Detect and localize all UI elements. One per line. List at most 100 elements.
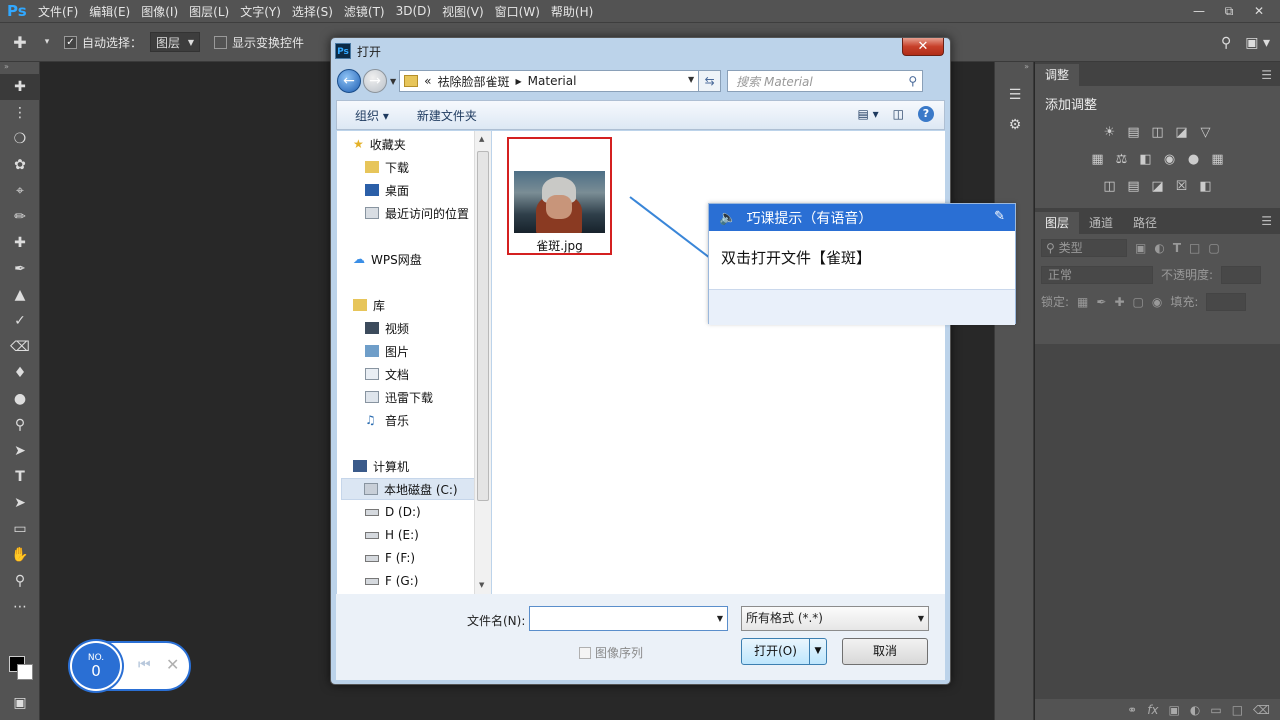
exposure-icon[interactable]: ◪ (1173, 124, 1191, 142)
file-format-select[interactable]: 所有格式 (*.*) ▼ (741, 606, 929, 631)
photo-filter-icon[interactable]: ◉ (1161, 151, 1179, 169)
nav-downloads[interactable]: 下载 (365, 156, 409, 178)
minimize-icon[interactable]: — (1184, 1, 1214, 21)
close-icon[interactable]: ✕ (1244, 1, 1274, 21)
history-panel-icon[interactable]: ☰ (995, 80, 1035, 110)
link-layers-icon[interactable]: ⚭ (1127, 703, 1137, 717)
properties-panel-icon[interactable]: ⚙ (995, 110, 1035, 140)
nav-drive-c[interactable]: 本地磁盘 (C:) (341, 478, 475, 500)
vibrance-icon[interactable]: ▽ (1197, 124, 1215, 142)
tab-adjustments[interactable]: 调整 (1035, 64, 1080, 86)
nav-computer[interactable]: 计算机 (353, 455, 409, 477)
workspace-icon[interactable]: ▣ ▾ (1245, 35, 1270, 51)
opacity-input[interactable] (1221, 265, 1262, 284)
blend-mode-dropdown[interactable]: 正常 (1041, 265, 1153, 284)
chevron-down-icon[interactable]: ▼ (717, 614, 723, 623)
tool-preset-chevron-icon[interactable]: ▾ (40, 37, 54, 47)
dock-collapse-icon[interactable]: » (995, 62, 1033, 74)
pen-tool-icon[interactable]: ➤ (0, 438, 40, 464)
search-icon[interactable]: ⚲ (908, 74, 917, 88)
scroll-up-icon[interactable]: ▲ (479, 135, 484, 143)
menu-view[interactable]: 视图(V) (442, 3, 484, 20)
forward-icon[interactable]: → (363, 69, 387, 93)
dialog-close-button[interactable]: ✕ (902, 38, 944, 56)
open-button-label[interactable]: 打开(O) (742, 639, 810, 664)
nav-music[interactable]: ♫ 音乐 (365, 409, 409, 431)
image-sequence-checkbox[interactable]: 图像序列 (579, 644, 643, 661)
color-lookup-icon[interactable]: ▦ (1209, 151, 1227, 169)
more-tools-icon[interactable]: ⋯ (0, 594, 40, 620)
background-color[interactable] (17, 664, 33, 680)
dodge-tool-icon[interactable]: ⚲ (0, 412, 40, 438)
brightness-icon[interactable]: ☀ (1101, 124, 1119, 142)
open-button[interactable]: 打开(O) ▼ (741, 638, 827, 665)
new-folder-button[interactable]: 新建文件夹 (417, 107, 477, 124)
history-brush-tool-icon[interactable]: ✓ (0, 308, 40, 334)
blur-tool-icon[interactable]: ● (0, 386, 40, 412)
address-bar[interactable]: « 祛除脸部雀斑 ▶ Material ▼ (399, 70, 700, 92)
search-icon[interactable]: ⚲ (1221, 35, 1231, 51)
refresh-icon[interactable]: ⇆ (699, 70, 722, 92)
invert-icon[interactable]: ◫ (1101, 178, 1119, 196)
filter-shape-icon[interactable]: □ (1189, 241, 1200, 255)
panel-menu-icon[interactable]: ☰ (1261, 214, 1272, 228)
help-icon[interactable]: ? (918, 106, 934, 122)
quick-select-tool-icon[interactable]: ✿ (0, 152, 40, 178)
nav-library[interactable]: 库 (353, 294, 385, 316)
clone-stamp-tool-icon[interactable]: ▲ (0, 282, 40, 308)
posterize-icon[interactable]: ▤ (1125, 178, 1143, 196)
history-dropdown-icon[interactable]: ▼ (390, 77, 396, 86)
eraser-tool-icon[interactable]: ⌫ (0, 334, 40, 360)
menu-filter[interactable]: 滤镜(T) (344, 3, 385, 20)
nav-wps[interactable]: ☁ WPS网盘 (353, 248, 422, 270)
menu-type[interactable]: 文字(Y) (240, 3, 281, 20)
nav-desktop[interactable]: 桌面 (365, 179, 409, 201)
nav-videos[interactable]: 视频 (365, 317, 409, 339)
trash-icon[interactable]: ⌫ (1253, 703, 1270, 717)
lock-all-icon[interactable]: ◉ (1152, 295, 1162, 309)
healing-brush-tool-icon[interactable]: ✚ (0, 230, 40, 256)
color-swatches[interactable] (4, 638, 36, 686)
layers-list[interactable] (1035, 344, 1280, 699)
speaker-icon[interactable]: 🔈 (719, 210, 736, 226)
view-mode-icon[interactable]: ▤ ▾ (857, 107, 878, 121)
menu-image[interactable]: 图像(I) (141, 3, 178, 20)
menu-layer[interactable]: 图层(L) (189, 3, 229, 20)
rectangle-tool-icon[interactable]: ▭ (0, 516, 40, 542)
hand-tool-icon[interactable]: ✋ (0, 542, 40, 568)
back-icon[interactable]: ← (337, 69, 361, 93)
filter-type-icon[interactable]: T (1173, 241, 1181, 255)
search-input[interactable]: 搜索 Material ⚲ (727, 70, 924, 92)
new-adjustment-icon[interactable]: ◐ (1190, 703, 1200, 717)
threshold-icon[interactable]: ◪ (1149, 178, 1167, 196)
chevron-down-icon[interactable]: ▼ (688, 75, 694, 84)
lock-image-icon[interactable]: ✒ (1096, 295, 1106, 309)
add-mask-icon[interactable]: ▣ (1169, 703, 1180, 717)
lock-position-icon[interactable]: ✚ (1114, 295, 1124, 309)
filename-input[interactable]: ▼ (529, 606, 728, 631)
eyedropper-tool-icon[interactable]: ✏ (0, 204, 40, 230)
brush-tool-icon[interactable]: ✒ (0, 256, 40, 282)
nav-drive-e[interactable]: H (E:) (365, 524, 419, 546)
pencil-icon[interactable]: ✎ (994, 209, 1005, 224)
scroll-down-icon[interactable]: ▼ (479, 581, 484, 589)
tab-layers[interactable]: 图层 (1035, 212, 1080, 234)
black-white-icon[interactable]: ◧ (1137, 151, 1155, 169)
panel-menu-icon[interactable]: ☰ (1261, 68, 1272, 82)
lock-transparent-icon[interactable]: ▦ (1077, 295, 1088, 309)
quick-mask-icon[interactable]: ▣ (0, 690, 40, 716)
new-layer-icon[interactable]: □ (1232, 703, 1243, 717)
menu-window[interactable]: 窗口(W) (495, 3, 540, 20)
curves-icon[interactable]: ◫ (1149, 124, 1167, 142)
paint-bucket-tool-icon[interactable]: ♦ (0, 360, 40, 386)
nav-scrollbar[interactable]: ▲ ▼ (474, 131, 491, 594)
color-balance-icon[interactable]: ⚖ (1113, 151, 1131, 169)
restore-icon[interactable]: ⧉ (1214, 1, 1244, 21)
close-icon[interactable]: ✕ (166, 655, 179, 674)
tab-channels[interactable]: 通道 (1079, 212, 1123, 234)
move-tool-icon[interactable]: ✚ (0, 33, 40, 52)
nav-documents[interactable]: 文档 (365, 363, 409, 385)
filter-pixel-icon[interactable]: ▣ (1135, 241, 1146, 255)
organize-button[interactable]: 组织 ▾ (355, 107, 389, 124)
tab-paths[interactable]: 路径 (1123, 212, 1167, 234)
